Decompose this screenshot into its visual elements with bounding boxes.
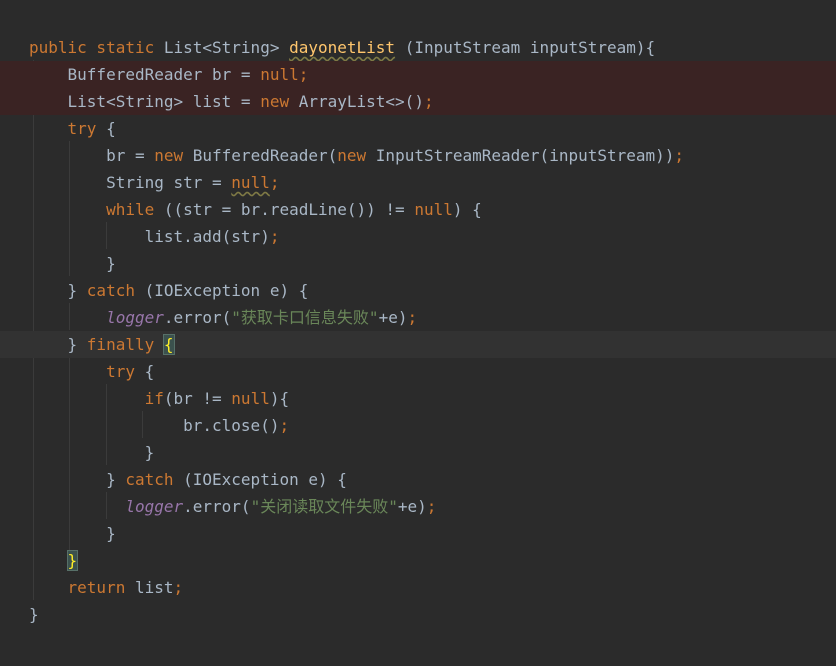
code-token: dayonetList <box>289 38 396 57</box>
code-token: list <box>134 578 174 597</box>
code-token: } <box>29 281 87 300</box>
code-line[interactable]: } <box>0 439 836 466</box>
code-line[interactable]: list.add(str); <box>0 223 836 250</box>
code-token: ; <box>674 146 685 165</box>
code-token: try <box>29 119 107 138</box>
code-token: InputStreamReader(inputStream)) <box>375 146 675 165</box>
code-token: "关闭读取文件失败" <box>250 497 398 516</box>
code-token: List<String> <box>163 38 290 57</box>
code-token: catch <box>125 470 184 489</box>
code-token: return <box>29 578 135 597</box>
code-token: while <box>29 200 164 219</box>
code-token: new <box>260 92 299 111</box>
code-token: try <box>29 362 145 381</box>
code-token: (IOException e) { <box>144 281 309 300</box>
code-token: ){ <box>269 389 290 408</box>
code-token: } <box>29 254 116 273</box>
code-token: } <box>66 550 79 571</box>
code-line[interactable]: logger.error("获取卡口信息失败"+e); <box>0 304 836 331</box>
code-token: public static <box>29 38 164 57</box>
code-token: } <box>29 443 155 462</box>
code-line[interactable]: BufferedReader br = null; <box>0 61 836 88</box>
code-line[interactable]: public static List<String> dayonetList (… <box>0 34 836 61</box>
code-token: br.close() <box>29 416 280 435</box>
code-token: br = <box>29 146 155 165</box>
code-token: null <box>414 200 453 219</box>
code-token: +e) <box>397 497 427 516</box>
code-token: new <box>154 146 193 165</box>
code-token: { <box>106 119 116 138</box>
code-token: ; <box>407 308 418 327</box>
code-token: ; <box>173 578 184 597</box>
code-token: (br != <box>163 389 232 408</box>
code-token: ; <box>269 173 280 192</box>
code-token: BufferedReader( <box>192 146 338 165</box>
code-line[interactable]: try { <box>0 115 836 142</box>
code-line[interactable]: } <box>0 520 836 547</box>
code-token: { <box>144 362 155 381</box>
code-token: if <box>29 389 164 408</box>
code-token: (InputStream inputStream){ <box>395 38 656 57</box>
code-line[interactable]: logger.error("关闭读取文件失败"+e); <box>0 493 836 520</box>
code-line[interactable]: } catch (IOException e) { <box>0 277 836 304</box>
code-line[interactable]: } <box>0 601 836 628</box>
code-token: } <box>29 470 126 489</box>
code-token: (IOException e) { <box>183 470 347 489</box>
code-token: new <box>337 146 376 165</box>
code-token: +e) <box>378 308 408 327</box>
code-token: String str = <box>29 173 232 192</box>
code-line[interactable]: br = new BufferedReader(new InputStreamR… <box>0 142 836 169</box>
code-token: .error( <box>163 308 232 327</box>
code-token: ; <box>279 416 290 435</box>
code-line[interactable]: try { <box>0 358 836 385</box>
code-line[interactable]: br.close(); <box>0 412 836 439</box>
code-token: catch <box>86 281 145 300</box>
code-line[interactable]: if(br != null){ <box>0 385 836 412</box>
code-token: .error( <box>183 497 251 516</box>
code-token: logger <box>106 308 164 327</box>
code-line[interactable]: List<String> list = new ArrayList<>(); <box>0 88 836 115</box>
code-token: logger <box>125 497 184 516</box>
code-line[interactable]: } <box>0 250 836 277</box>
code-line[interactable]: return list; <box>0 574 836 601</box>
code-token: null <box>231 389 270 408</box>
code-token: "获取卡口信息失败" <box>231 308 379 327</box>
code-token: ((str = br.readLine()) != <box>163 200 415 219</box>
code-line[interactable]: while ((str = br.readLine()) != null) { <box>0 196 836 223</box>
code-token: ; <box>423 92 434 111</box>
code-token: finally <box>86 335 164 354</box>
code-token: ; <box>269 227 280 246</box>
code-token: list.add(str) <box>29 227 270 246</box>
code-token: ) { <box>452 200 482 219</box>
code-line[interactable]: String str = null; <box>0 169 836 196</box>
code-line[interactable]: } catch (IOException e) { <box>0 466 836 493</box>
code-token: } <box>29 335 87 354</box>
code-editor[interactable]: public static List<String> dayonetList (… <box>0 0 836 666</box>
code-token: null; <box>260 65 309 84</box>
code-line[interactable]: } <box>0 547 836 574</box>
code-token: ; <box>426 497 437 516</box>
code-token: null <box>231 173 270 192</box>
code-token: BufferedReader br = <box>29 65 261 84</box>
code-token: List<String> list = <box>29 92 261 111</box>
code-token: } <box>29 524 116 543</box>
code-line[interactable]: } finally { <box>0 331 836 358</box>
code-token: { <box>162 334 175 355</box>
code-token: } <box>29 605 39 624</box>
code-token: ArrayList<>() <box>298 92 424 111</box>
